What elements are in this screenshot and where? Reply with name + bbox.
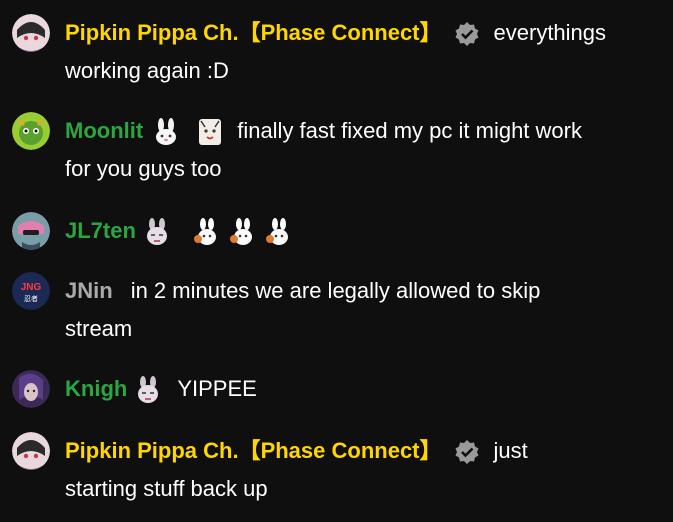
message-text-continued: stream xyxy=(65,316,133,341)
pippa-emote xyxy=(265,218,288,246)
message-text: in 2 minutes we are legally allowed to s… xyxy=(130,278,541,303)
chat-message: Knigh YIPPEE xyxy=(0,370,673,410)
author-name[interactable]: Knigh xyxy=(65,376,127,401)
message-text-continued: working again :D xyxy=(65,58,229,83)
jl7ten-avatar[interactable] xyxy=(12,212,50,250)
message-text-continued: starting stuff back up xyxy=(65,476,268,501)
verified-badge-icon xyxy=(455,440,479,465)
chat-message: Pipkin Pippa Ch.【Phase Connect】 just sta… xyxy=(0,432,673,512)
author-name[interactable]: JL7ten xyxy=(65,218,136,243)
svg-text:JNG: JNG xyxy=(21,282,42,293)
moonlit-avatar[interactable] xyxy=(12,112,50,150)
cat-emote xyxy=(199,119,222,146)
bunny-emote xyxy=(156,118,177,146)
live-chat: Pipkin Pippa Ch.【Phase Connect】 everythi… xyxy=(0,0,673,522)
message-text: just xyxy=(493,438,528,463)
rabbit-emote xyxy=(138,376,159,404)
author-name[interactable]: JNin xyxy=(65,278,113,303)
author-name[interactable]: Pipkin Pippa Ch.【Phase Connect】 xyxy=(65,438,442,463)
chat-message: Moonlit finally fast fixed my pc it migh… xyxy=(0,112,673,192)
knigh-avatar[interactable] xyxy=(12,370,50,408)
pippa-avatar[interactable] xyxy=(12,14,50,52)
chat-message: JL7ten xyxy=(0,212,673,252)
jnin-avatar[interactable]: JNG 忍者 xyxy=(12,272,50,310)
svg-text:忍者: 忍者 xyxy=(24,295,38,303)
chat-message: Pipkin Pippa Ch.【Phase Connect】 everythi… xyxy=(0,14,673,94)
verified-badge-icon xyxy=(455,22,479,47)
author-name[interactable]: Moonlit xyxy=(65,118,143,143)
message-text: finally fast fixed my pc it might work xyxy=(237,118,582,143)
message-text-continued: for you guys too xyxy=(65,156,222,181)
chat-message: JNG 忍者 JNin in 2 minutes we are legally a… xyxy=(0,272,673,352)
pippa-avatar[interactable] xyxy=(12,432,50,470)
rabbit-emote xyxy=(146,218,167,246)
pippa-emote xyxy=(193,218,216,246)
message-text: YIPPEE xyxy=(177,376,257,401)
author-name[interactable]: Pipkin Pippa Ch.【Phase Connect】 xyxy=(65,20,442,45)
message-text: everythings xyxy=(493,20,607,45)
pippa-emote xyxy=(229,218,252,246)
